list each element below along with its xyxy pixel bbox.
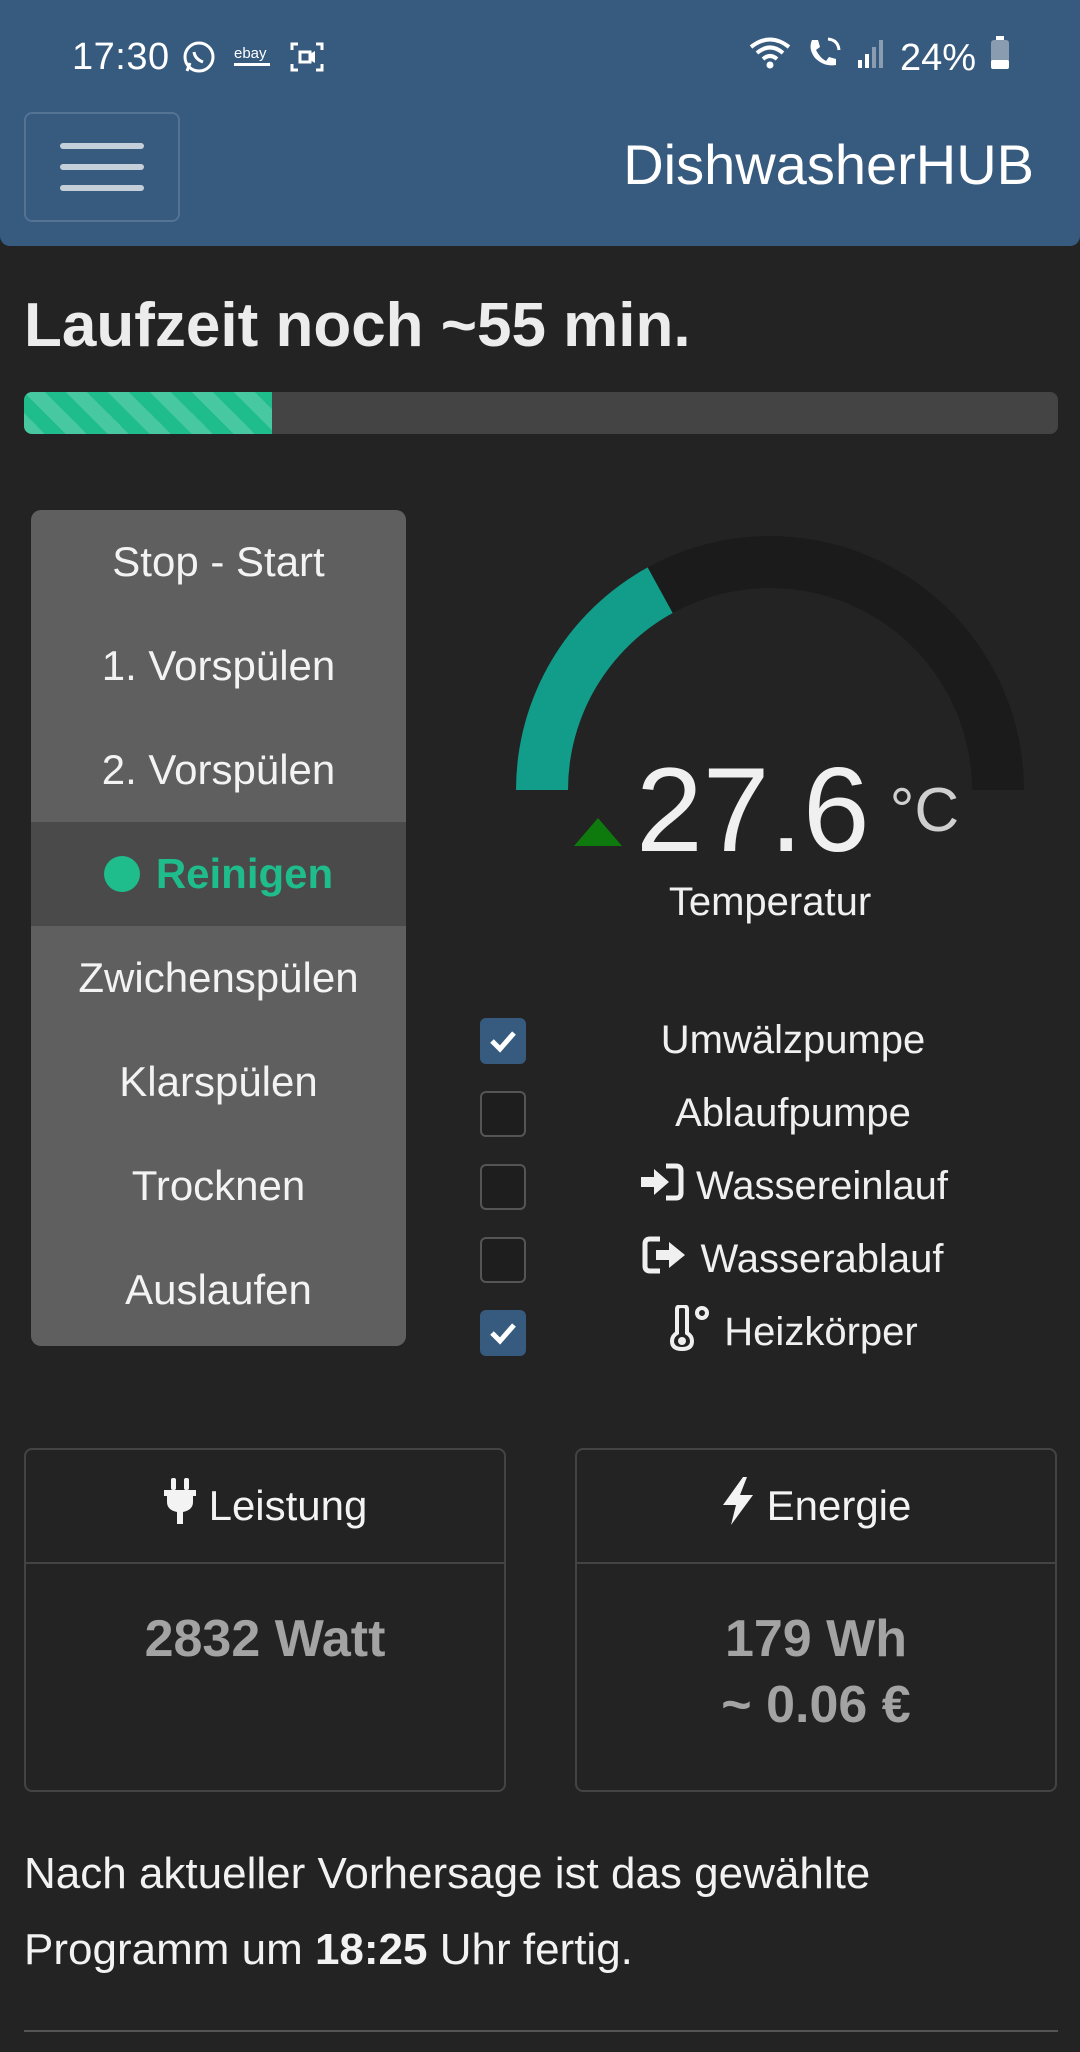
component-label: Umwälzpumpe <box>526 1018 1060 1063</box>
hamburger-icon-line <box>60 164 144 170</box>
phase-label: Klarspülen <box>119 1058 318 1105</box>
energy-card-header: Energie <box>577 1450 1055 1564</box>
energy-card: Energie 179 Wh ~ 0.06 € <box>575 1448 1057 1792</box>
component-label-text: Umwälzpumpe <box>660 1018 926 1062</box>
energy-value: 179 Wh <box>724 1610 908 1668</box>
component-label-text: Wassereinlauf <box>696 1164 948 1208</box>
energy-card-title: Energie <box>766 1482 912 1529</box>
brand-title[interactable]: DishwasherHUB <box>623 132 1034 197</box>
phase-item: Stop - Start <box>31 510 406 614</box>
runtime-progress-bar <box>24 392 273 434</box>
sign-in-icon <box>638 1163 684 1211</box>
temperature-gauge: 27.6 °C Temperatur <box>500 520 1040 924</box>
energy-card-body: 179 Wh ~ 0.06 € <box>577 1564 1055 1738</box>
component-label: Ablaufpumpe <box>526 1091 1060 1136</box>
wifi-icon <box>748 36 792 80</box>
energy-cost: ~ 0.06 € <box>721 1676 911 1734</box>
temperature-readout: 27.6 °C <box>636 750 959 870</box>
phase-item: Auslaufen <box>31 1238 406 1342</box>
phase-label: Stop - Start <box>112 538 325 585</box>
runtime-title: Laufzeit noch ~55 min. <box>24 291 691 360</box>
forecast-text-after: Uhr fertig. <box>427 1925 633 1974</box>
runtime-progress <box>24 392 1058 434</box>
status-app-icons: ebay <box>182 40 324 74</box>
lightning-icon <box>721 1477 755 1535</box>
component-row-umwaelzpumpe: Umwälzpumpe <box>480 1004 1060 1077</box>
hamburger-icon-line <box>60 185 144 191</box>
phase-label: Trocknen <box>131 1162 306 1209</box>
component-label: Wasserablauf <box>526 1236 1060 1284</box>
ablaufpumpe-checkbox[interactable] <box>480 1090 526 1137</box>
component-label-text: Wasserablauf <box>700 1237 944 1281</box>
power-card-title: Leistung <box>208 1482 368 1529</box>
phase-label: 1. Vorspülen <box>101 642 336 689</box>
top-header: 17:30 ebay 24% DishwasherHUB <box>0 0 1080 246</box>
wifi-calling-icon <box>806 36 842 80</box>
power-card: Leistung 2832 Watt <box>24 1448 506 1792</box>
phase-label: Auslaufen <box>125 1266 312 1313</box>
battery-icon <box>990 36 1010 80</box>
temperature-value: 27.6 <box>636 743 870 877</box>
wassereinlauf-checkbox[interactable] <box>480 1163 526 1210</box>
component-row-wassereinlauf: Wassereinlauf <box>480 1150 1060 1223</box>
program-phase-list: Stop - Start 1. Vorspülen 2. Vorspülen R… <box>31 510 406 1346</box>
component-label-text: Ablaufpumpe <box>675 1091 911 1135</box>
active-phase-dot-icon <box>103 856 140 892</box>
status-right: 24% <box>748 36 1010 80</box>
component-label-text: Heizkörper <box>724 1310 918 1354</box>
phase-label: Reinigen <box>155 850 334 897</box>
power-card-body: 2832 Watt <box>26 1564 504 1672</box>
ebay-icon: ebay <box>232 42 274 72</box>
svg-text:ebay: ebay <box>234 45 267 62</box>
signal-icon <box>856 37 886 80</box>
check-icon <box>490 1030 516 1053</box>
sign-out-icon <box>642 1236 688 1284</box>
wasserablauf-checkbox[interactable] <box>480 1236 526 1283</box>
phase-item: Zwichenspülen <box>31 926 406 1030</box>
power-value: 2832 Watt <box>144 1610 386 1668</box>
screen-record-icon <box>290 42 324 72</box>
whatsapp-icon <box>182 40 216 74</box>
status-bar: 17:30 ebay 24% <box>0 0 1080 112</box>
thermometer-icon <box>668 1303 712 1361</box>
menu-toggle-button[interactable] <box>24 112 180 222</box>
component-label: Wassereinlauf <box>526 1163 1060 1211</box>
forecast-finish-time: 18:25 <box>314 1925 428 1974</box>
temperature-label: Temperatur <box>668 880 872 924</box>
component-row-heizkoerper: Heizkörper <box>480 1296 1060 1369</box>
hamburger-icon-line <box>60 143 144 149</box>
phase-item: Trocknen <box>31 1134 406 1238</box>
component-row-wasserablauf: Wasserablauf <box>480 1223 1060 1296</box>
phase-item-active: Reinigen <box>31 822 406 926</box>
power-card-header: Leistung <box>26 1450 504 1564</box>
phase-item: Klarspülen <box>31 1030 406 1134</box>
battery-percent: 24% <box>899 36 976 79</box>
plug-icon <box>163 1478 197 1534</box>
umwaelzpumpe-checkbox[interactable] <box>480 1017 526 1064</box>
temperature-unit: °C <box>889 776 960 845</box>
component-status-list: Umwälzpumpe Ablaufpumpe Wassereinlauf Wa… <box>480 1004 1060 1369</box>
heizkoerper-checkbox[interactable] <box>480 1309 526 1356</box>
forecast-text: Nach aktueller Vorhersage ist das gewähl… <box>24 1836 1054 1988</box>
component-label: Heizkörper <box>526 1303 1060 1361</box>
phase-item: 1. Vorspülen <box>31 614 406 718</box>
check-icon <box>490 1322 516 1345</box>
phase-label: Zwichenspülen <box>78 954 359 1001</box>
phase-item: 2. Vorspülen <box>31 718 406 822</box>
status-time: 17:30 <box>72 36 170 78</box>
phase-label: 2. Vorspülen <box>101 746 336 793</box>
component-row-ablaufpumpe: Ablaufpumpe <box>480 1077 1060 1150</box>
divider <box>24 2030 1058 2032</box>
